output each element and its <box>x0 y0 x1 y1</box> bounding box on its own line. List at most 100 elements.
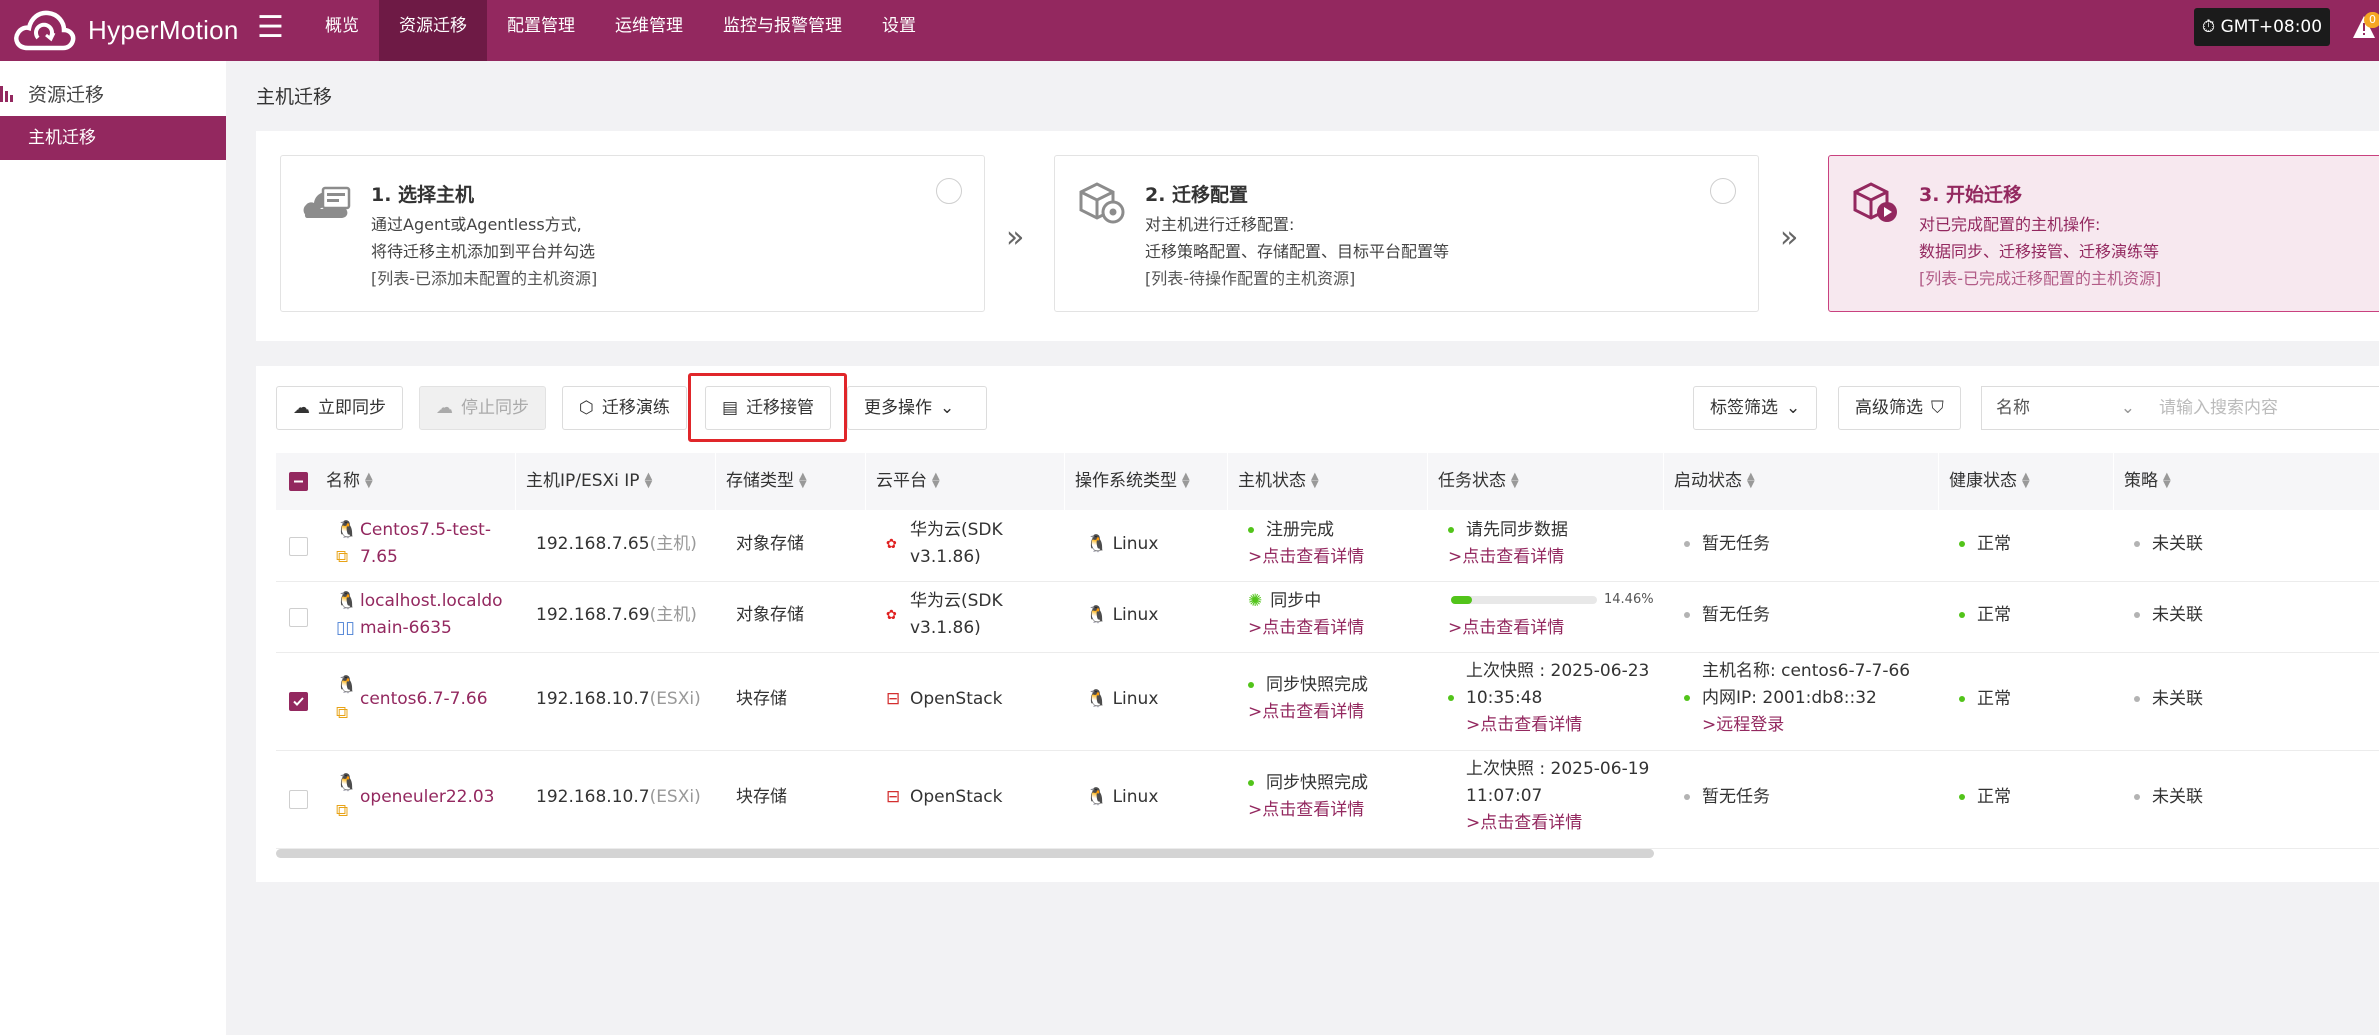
more-actions-dropdown[interactable]: 更多操作 ⌄ <box>847 386 987 430</box>
column-name[interactable]: 名称 ▲ ▼ <box>316 453 516 510</box>
host-name-line: Centos7.5-test- <box>360 520 491 540</box>
advanced-filter-button[interactable]: 高级筛选 ⛉ <box>1838 386 1961 430</box>
column-health-status[interactable]: 健康状态 ▲ ▼ <box>1939 453 2114 510</box>
boot-status-label: 暂无任务 <box>1702 605 1770 625</box>
table-row[interactable]: 🐧 ▯▯ localhost.localdo main-6635 192.168… <box>276 581 2379 653</box>
task-detail-link[interactable]: >点击查看详情 <box>1448 712 1649 739</box>
status-dot <box>2134 541 2140 547</box>
select-all-checkbox[interactable] <box>289 472 308 491</box>
os-type: 🐧 Linux <box>1086 686 1158 713</box>
task-status: 上次快照 : 2025-06-19 11:07:07 >点击查看详情 <box>1448 756 1649 837</box>
step-line: 数据同步、迁移接管、迁移演练等 <box>1919 242 2160 261</box>
cloud-platform: OpenStack <box>910 787 1003 807</box>
ip-tag: (主机) <box>649 534 697 554</box>
step-radio[interactable] <box>1710 178 1736 204</box>
task-detail-link[interactable]: >点击查看详情 <box>1448 810 1649 837</box>
timezone-display[interactable]: ⏱ GMT+08:00 <box>2194 8 2330 46</box>
step-start-migration[interactable]: 3. 开始迁移 对已完成配置的主机操作: 数据同步、迁移接管、迁移演练等 [列表… <box>1828 155 2379 312</box>
table-row[interactable]: 🐧 ⧉ openeuler22.03 192.168.10.7(ESXi) 块存… <box>276 750 2379 849</box>
storage-type: 块存储 <box>736 787 787 807</box>
physical-host-icon: ▯▯ <box>336 618 355 638</box>
ip-tag: (ESXi) <box>649 689 701 709</box>
status-dot <box>1448 527 1454 533</box>
column-label: 存储类型 <box>726 471 794 491</box>
nav-resource-migration[interactable]: 资源迁移 <box>379 0 487 61</box>
column-os[interactable]: 操作系统类型 ▲ ▼ <box>1065 453 1228 510</box>
sort-icon: ▲ ▼ <box>2163 471 2171 490</box>
step-description: 对主机进行迁移配置: 迁移策略配置、存储配置、目标平台配置等 [列表-待操作配置… <box>1145 211 1449 292</box>
sort-icon: ▲ ▼ <box>2022 471 2030 490</box>
nav-ops-management[interactable]: 运维管理 <box>595 0 703 61</box>
nav-overview[interactable]: 概览 <box>305 0 379 61</box>
row-checkbox[interactable] <box>289 692 308 711</box>
step-migration-config[interactable]: 2. 迁移配置 对主机进行迁移配置: 迁移策略配置、存储配置、目标平台配置等 [… <box>1054 155 1759 312</box>
table-header: 名称 ▲ ▼ 主机IP/ESXi IP ▲ ▼ 存储类型 ▲ ▼ 云平台 ▲ ▼ 操作系统类型 ▲… <box>276 453 2379 510</box>
host-status-label: 同步快照完成 <box>1266 773 1368 793</box>
step-line: 通过Agent或Agentless方式, <box>371 215 582 234</box>
host-table-panel: ☁ 立即同步 ☁ 停止同步 ⬡ 迁移演练 ▤ 迁移接管 更多操作 ⌄ 标签筛选 … <box>256 366 2379 882</box>
page-title: 主机迁移 <box>256 86 333 108</box>
migration-drill-button[interactable]: ⬡ 迁移演练 <box>562 386 687 430</box>
host-status: 同步快照完成 >点击查看详情 <box>1248 770 1368 824</box>
policy-label: 未关联 <box>2152 787 2203 807</box>
host-name-link[interactable]: openeuler22.03 <box>360 784 495 811</box>
column-storage[interactable]: 存储类型 ▲ ▼ <box>716 453 866 510</box>
row-checkbox[interactable] <box>289 790 308 809</box>
horizontal-scrollbar[interactable] <box>276 849 1654 858</box>
host-name-link[interactable]: localhost.localdo main-6635 <box>360 588 503 642</box>
table-row[interactable]: 🐧 ⧉ Centos7.5-test- 7.65 192.168.7.65(主机… <box>276 510 2379 582</box>
host-detail-link[interactable]: >点击查看详情 <box>1248 544 1364 571</box>
search-field-select[interactable]: 名称 ⌄ <box>1981 386 2146 430</box>
host-detail-link[interactable]: >点击查看详情 <box>1248 797 1368 824</box>
task-detail-link[interactable]: >点击查看详情 <box>1448 544 1568 571</box>
nav-settings[interactable]: 设置 <box>862 0 936 61</box>
row-checkbox[interactable] <box>289 537 308 556</box>
host-detail-link[interactable]: >点击查看详情 <box>1248 615 1364 642</box>
task-snapshot-time: 11:07:07 <box>1466 786 1543 806</box>
host-name-link[interactable]: centos6.7-7.66 <box>360 686 488 713</box>
os-label: Linux <box>1112 605 1159 625</box>
table-row[interactable]: 🐧 ⧉ centos6.7-7.66 192.168.10.7(ESXi) 块存… <box>276 652 2379 751</box>
column-ip[interactable]: 主机IP/ESXi IP ▲ ▼ <box>516 453 716 510</box>
app-logo[interactable]: HyperMotion <box>12 6 239 54</box>
top-bar: HyperMotion ☰ 概览 资源迁移 配置管理 运维管理 监控与报警管理 … <box>0 0 2379 61</box>
step-select-host[interactable]: 1. 选择主机 通过Agent或Agentless方式, 将待迁移主机添加到平台… <box>280 155 985 312</box>
column-task-status[interactable]: 任务状态 ▲ ▼ <box>1428 453 1664 510</box>
sort-icon: ▲ ▼ <box>644 471 653 490</box>
os-label: Linux <box>1112 787 1159 807</box>
sort-icon: ▲ ▼ <box>1182 471 1190 490</box>
host-name-line: main-6635 <box>360 618 452 638</box>
sort-icon: ▲ ▼ <box>1747 471 1755 490</box>
task-status-label: 请先同步数据 <box>1466 520 1568 540</box>
step-title: 2. 迁移配置 <box>1145 184 1249 206</box>
host-status: 注册完成 >点击查看详情 <box>1248 517 1364 571</box>
tag-filter-dropdown[interactable]: 标签筛选 ⌄ <box>1693 386 1818 430</box>
remote-login-link[interactable]: >远程登录 <box>1684 712 1910 739</box>
nav-monitoring-alerts[interactable]: 监控与报警管理 <box>703 0 862 61</box>
step-note: [列表-已添加未配置的主机资源] <box>371 269 598 288</box>
row-checkbox[interactable] <box>289 608 308 627</box>
stop-sync-button[interactable]: ☁ 停止同步 <box>419 386 546 430</box>
column-cloud[interactable]: 云平台 ▲ ▼ <box>866 453 1065 510</box>
column-label: 云平台 <box>876 471 927 491</box>
task-detail-link[interactable]: >点击查看详情 <box>1448 615 1564 642</box>
status-dot <box>1448 695 1454 701</box>
menu-toggle-icon[interactable]: ☰ <box>257 10 284 46</box>
vm-icon: ⧉ <box>336 547 349 567</box>
search-input[interactable]: 请输入搜索内容 <box>2145 386 2379 430</box>
status-dot <box>1684 794 1690 800</box>
boot-host-name: 主机名称: centos6-7-7-66 <box>1702 661 1911 681</box>
search-placeholder: 请输入搜索内容 <box>2159 398 2278 418</box>
host-detail-link[interactable]: >点击查看详情 <box>1248 699 1368 726</box>
host-name-link[interactable]: Centos7.5-test- 7.65 <box>360 517 491 571</box>
status-dot <box>1684 612 1690 618</box>
step-description: 对已完成配置的主机操作: 数据同步、迁移接管、迁移演练等 [列表-已完成迁移配置… <box>1919 211 2161 292</box>
column-boot-status[interactable]: 启动状态 ▲ ▼ <box>1664 453 1939 510</box>
sidebar-item-host-migration[interactable]: 主机迁移 <box>0 116 226 160</box>
chevron-down-icon: ⌄ <box>1786 398 1801 418</box>
column-policy[interactable]: 策略 ▲ ▼ <box>2114 453 2379 510</box>
step-radio[interactable] <box>936 178 962 204</box>
sync-now-button[interactable]: ☁ 立即同步 <box>276 386 403 430</box>
nav-config-management[interactable]: 配置管理 <box>487 0 595 61</box>
column-host-status[interactable]: 主机状态 ▲ ▼ <box>1228 453 1428 510</box>
